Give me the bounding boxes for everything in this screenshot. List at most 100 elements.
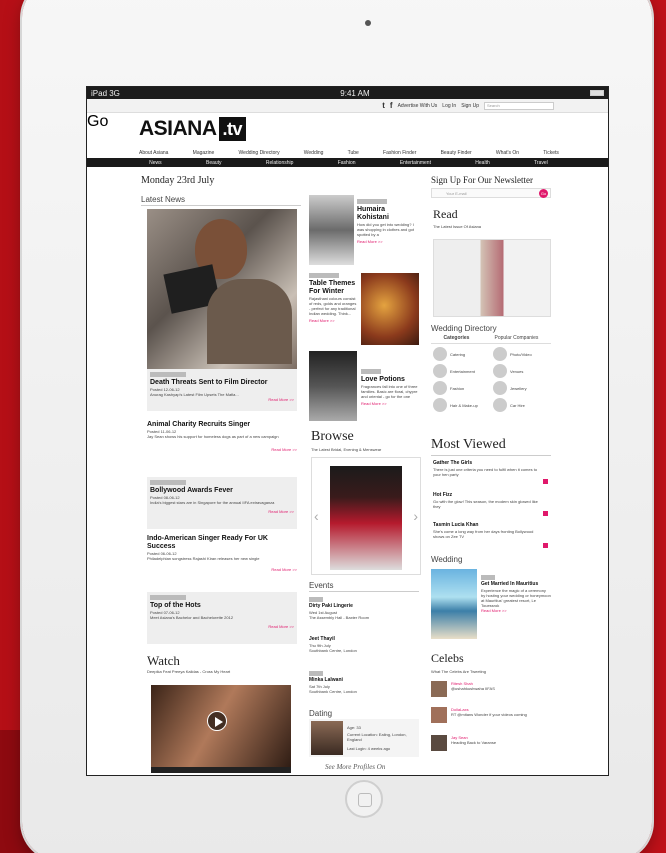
lead-story-readmore[interactable]: Read More >>: [147, 397, 297, 402]
feature-readmore[interactable]: Read More >>: [309, 318, 357, 323]
news-readmore[interactable]: Read More >>: [147, 447, 297, 452]
nav-wedding[interactable]: Wedding: [304, 150, 324, 156]
news-title[interactable]: Bollywood Awards Fever: [150, 487, 294, 495]
mv-title[interactable]: Gather The Girls: [433, 459, 543, 467]
newsletter-heading: Sign Up For Our Newsletter: [431, 175, 533, 185]
site-logo[interactable]: ASIANA .tv: [139, 117, 247, 141]
directory-item[interactable]: Fashion: [433, 381, 493, 395]
tab-categories[interactable]: Categories: [444, 335, 470, 341]
event-name[interactable]: Dirty Paki Lingerie: [309, 602, 419, 610]
event-item[interactable]: Minka Lalwani Sat 7th July Southbank Cen…: [309, 671, 419, 694]
category-tag: [361, 369, 381, 374]
subnav-relationship[interactable]: Relationship: [266, 160, 294, 166]
tumblr-icon[interactable]: t: [382, 101, 385, 110]
feature-title[interactable]: Table Themes For Winter: [309, 280, 357, 296]
directory-item[interactable]: Hair & Make-up: [433, 398, 493, 412]
newsletter-email-input[interactable]: Your E-mail: [431, 188, 551, 198]
nav-magazine[interactable]: Magazine: [193, 150, 215, 156]
arrow-icon[interactable]: [543, 511, 548, 516]
advertise-link[interactable]: Advertise With Us: [398, 103, 438, 109]
nav-tube[interactable]: Tube: [348, 150, 359, 156]
signup-link[interactable]: Sign Up: [461, 103, 479, 109]
avatar: [431, 707, 447, 723]
news-item[interactable]: Bollywood Awards Fever Posted 08-06-12 I…: [147, 477, 297, 529]
directory-item[interactable]: Venues: [493, 364, 553, 378]
facebook-icon[interactable]: f: [390, 101, 393, 110]
feature-card[interactable]: Love Potions Fragrances fall into one of…: [309, 351, 419, 423]
tab-popular-companies[interactable]: Popular Companies: [495, 335, 539, 341]
mv-title[interactable]: Tasmin Lucia Khan: [433, 521, 543, 529]
nav-wedding-directory[interactable]: Wedding Directory: [239, 150, 280, 156]
lead-story-card[interactable]: Death Threats Sent to Film Director Post…: [147, 369, 297, 411]
event-item[interactable]: Dirty Paki Lingerie Wed 1st August The A…: [309, 597, 419, 620]
feature-title[interactable]: Love Potions: [361, 376, 419, 384]
tweet-item[interactable]: Jay Sean Heading Back to Varanse: [431, 735, 551, 751]
browse-image[interactable]: [330, 466, 402, 570]
directory-item[interactable]: Jewellery: [493, 381, 553, 395]
mv-title[interactable]: Hot Fizz: [433, 491, 543, 499]
wedding-readmore[interactable]: Read More >>: [481, 608, 551, 613]
directory-item[interactable]: Entertainment: [433, 364, 493, 378]
directory-item[interactable]: Photo/Video: [493, 347, 553, 361]
news-title[interactable]: Top of the Hots: [150, 602, 294, 610]
arrow-icon[interactable]: [543, 543, 548, 548]
news-title[interactable]: Animal Charity Recruits Singer: [147, 421, 297, 429]
most-viewed-item[interactable]: Gather The Girls There is just one crite…: [433, 459, 543, 477]
lead-story-title[interactable]: Death Threats Sent to Film Director: [147, 379, 297, 387]
arrow-icon[interactable]: [543, 479, 548, 484]
most-viewed-item[interactable]: Tasmin Lucia Khan She's come a long way …: [433, 521, 543, 539]
tweet-text: @ushahkushwaha IIFAS: [451, 686, 495, 691]
news-readmore[interactable]: Read More >>: [147, 567, 297, 572]
home-button[interactable]: [345, 780, 383, 818]
dating-card[interactable]: Age: 33 Current Location: Ealing, London…: [309, 719, 419, 757]
browse-heading: Browse: [311, 429, 354, 444]
dating-age: Age: 33: [347, 725, 361, 730]
subnav-news[interactable]: News: [149, 160, 162, 166]
feature-title[interactable]: Humaira Kohistani: [357, 206, 417, 222]
subnav-health[interactable]: Health: [475, 160, 489, 166]
news-item[interactable]: Animal Charity Recruits Singer Posted 11…: [147, 421, 297, 471]
news-readmore[interactable]: Read More >>: [150, 624, 294, 629]
feature-readmore[interactable]: Read More >>: [357, 239, 417, 244]
tweet-item[interactable]: Ritesh Shah @ushahkushwaha IIFAS: [431, 681, 551, 697]
newsletter-go-button[interactable]: Go: [539, 189, 548, 198]
feature-card[interactable]: Humaira Kohistani How did you get into w…: [309, 195, 419, 267]
event-name[interactable]: Minka Lalwani: [309, 676, 419, 684]
feature-readmore[interactable]: Read More >>: [361, 401, 419, 406]
news-title[interactable]: Indo-American Singer Ready For UK Succes…: [147, 535, 297, 551]
chevron-right-icon[interactable]: ›: [413, 508, 418, 524]
tweet-item[interactable]: DollaLaxs RT @mitans Wonder if your vide…: [431, 707, 551, 723]
subnav-travel[interactable]: Travel: [534, 160, 548, 166]
chevron-left-icon[interactable]: ‹: [314, 508, 319, 524]
video-player[interactable]: [151, 685, 291, 773]
wedding-card[interactable]: Get Married In Mauritius Experience the …: [481, 575, 551, 613]
nav-whats-on[interactable]: What's On: [496, 150, 519, 156]
nav-tickets[interactable]: Tickets: [543, 150, 559, 156]
news-readmore[interactable]: Read More >>: [150, 509, 294, 514]
event-item[interactable]: Jeet Thayil Thu 9th July Southbank Centr…: [309, 635, 419, 653]
dating-more-link[interactable]: See More Profiles On: [325, 763, 385, 771]
feature-card[interactable]: Table Themes For Winter Rajasthani colou…: [309, 273, 419, 347]
news-item[interactable]: Top of the Hots Posted 07-06-12 Meet Asi…: [147, 592, 297, 644]
lead-story-image[interactable]: [147, 209, 297, 369]
nav-beauty-finder[interactable]: Beauty Finder: [441, 150, 472, 156]
directory-item[interactable]: Catering: [433, 347, 493, 361]
login-link[interactable]: Log In: [442, 103, 456, 109]
news-item[interactable]: Indo-American Singer Ready For UK Succes…: [147, 535, 297, 587]
page-date: Monday 23rd July: [141, 175, 215, 186]
wedding-image[interactable]: [431, 569, 477, 639]
play-button[interactable]: [207, 711, 227, 731]
wedding-item-title[interactable]: Get Married In Mauritius: [481, 580, 551, 588]
event-name[interactable]: Jeet Thayil: [309, 635, 419, 643]
subnav-fashion[interactable]: Fashion: [338, 160, 356, 166]
magazine-cover-image[interactable]: [433, 239, 551, 317]
video-controls[interactable]: [151, 767, 291, 773]
logo-tv: .tv: [218, 117, 247, 141]
nav-about[interactable]: About Asiana: [139, 150, 168, 156]
nav-fashion-finder[interactable]: Fashion Finder: [383, 150, 416, 156]
directory-item[interactable]: Car Hire: [493, 398, 553, 412]
most-viewed-item[interactable]: Hot Fizz Go with the glow! This season, …: [433, 491, 543, 509]
subnav-entertainment[interactable]: Entertainment: [400, 160, 431, 166]
subnav-beauty[interactable]: Beauty: [206, 160, 222, 166]
search-input[interactable]: Search: [484, 101, 554, 110]
